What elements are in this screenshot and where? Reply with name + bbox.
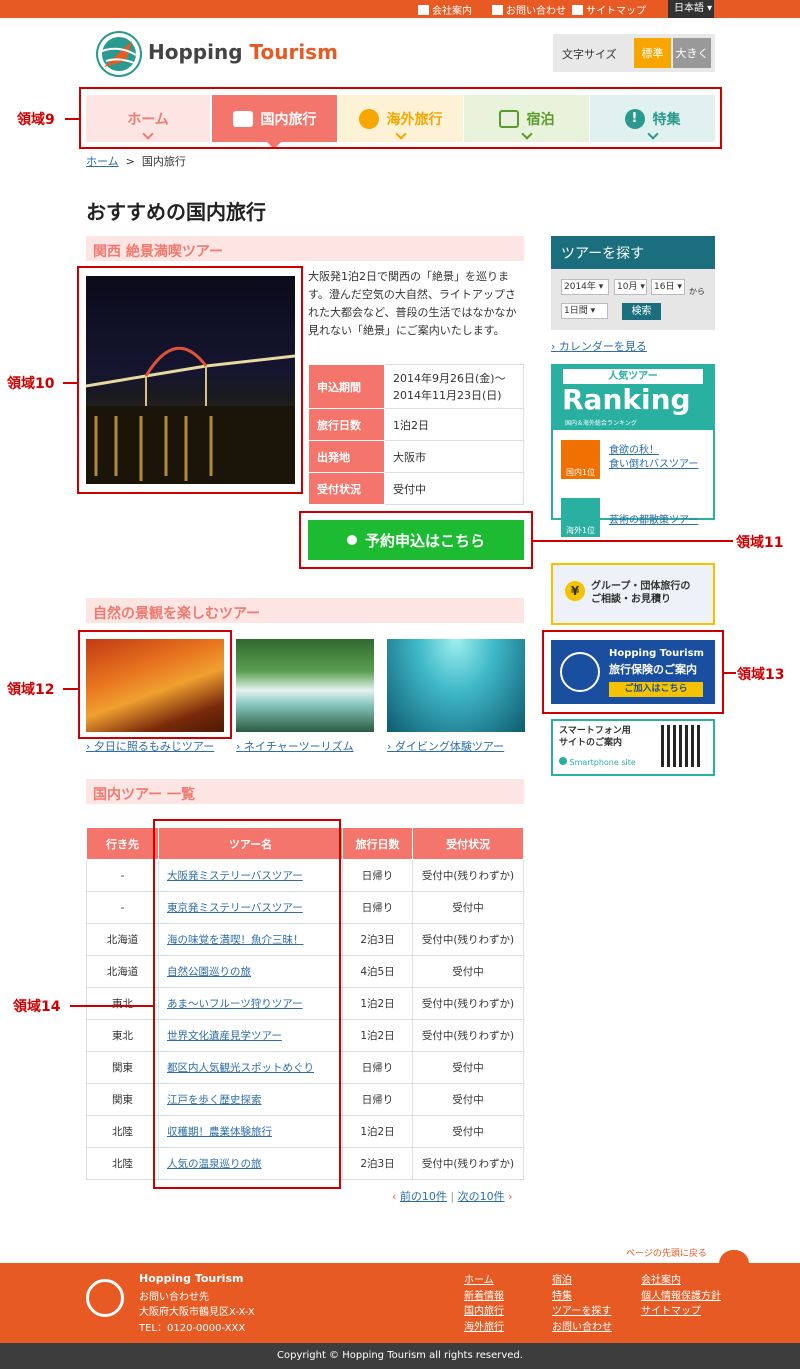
annotation-line-12 — [63, 688, 78, 690]
annotation-label-11: 領域11 — [736, 535, 784, 551]
logo-icon[interactable] — [96, 31, 142, 77]
company-link[interactable]: 会社案内 — [418, 2, 472, 17]
footer-address: 大阪府大阪市鶴見区X-X-X — [139, 1307, 255, 1318]
language-select[interactable]: 日本語 ▾ — [668, 0, 714, 18]
footer-link[interactable]: 国内旅行 — [464, 1302, 504, 1317]
rank1-badge: 国内1位 — [561, 440, 600, 479]
rank2-badge: 海外1位 — [561, 498, 600, 537]
nature-link-2[interactable]: › ネイチャーツーリズム — [236, 738, 354, 754]
annotation-box-12 — [78, 630, 232, 739]
annotation-label-14: 領域14 — [13, 999, 61, 1015]
breadcrumb: ホーム > 国内旅行 — [86, 155, 186, 168]
nature-heading: 自然の景観を楽しむツアー — [86, 598, 524, 623]
qr-code-icon — [661, 725, 703, 767]
year-select[interactable]: 2014年 ▾ — [561, 279, 609, 295]
info-value: 2014年9月26日(金)〜 2014年11月23日(日) — [384, 364, 524, 409]
waterfall-image[interactable] — [236, 639, 374, 732]
annotation-label-12: 領域12 — [7, 682, 55, 698]
annotation-box-10 — [77, 266, 303, 494]
font-size-label: 文字サイズ — [562, 48, 617, 61]
copyright: Copyright © Hopping Tourism all rights r… — [0, 1343, 800, 1369]
footer-tel: TEL：0120-0000-XXX — [139, 1323, 246, 1334]
footer-contact-label: お問い合わせ先 — [139, 1292, 209, 1303]
yen-icon: ¥ — [565, 581, 585, 601]
annotation-box-13 — [542, 630, 724, 714]
page-title: おすすめの国内旅行 — [86, 200, 266, 224]
footer-logo-icon — [86, 1279, 124, 1317]
logo-text[interactable]: Hopping Tourism — [148, 40, 338, 64]
ranking-subtitle: 国内＆海外総合ランキング — [565, 420, 637, 427]
ranking-title: Ranking — [562, 383, 691, 416]
footer-link[interactable]: 特集 — [552, 1287, 572, 1302]
sitemap-icon — [572, 4, 583, 15]
col-header: 受付状況 — [412, 827, 524, 860]
feature-description: 大阪発1泊2日で関西の「絶景」を巡ります。澄んだ空気の大自然、ライトアップされた… — [308, 270, 517, 337]
footer-link[interactable]: 会社案内 — [641, 1271, 681, 1286]
annotation-label-13: 領域13 — [737, 667, 785, 683]
back-to-top-link[interactable]: ページの先頭に戻る — [626, 1246, 707, 1259]
font-size-standard-button[interactable]: 標準 — [634, 38, 671, 68]
annotation-line-10 — [63, 382, 77, 384]
info-label: 旅行日数 — [308, 408, 385, 441]
building-icon — [418, 4, 429, 15]
footer-link[interactable]: 個人情報保護方針 — [641, 1287, 721, 1302]
info-value: 受付中 — [384, 472, 524, 505]
info-value: 1泊2日 — [384, 408, 524, 441]
feature-info-table: 申込期間 2014年9月26日(金)〜 2014年11月23日(日) 旅行日数 1泊… — [308, 364, 524, 505]
rank1-link[interactable]: 食欲の秋！ 食い倒れバスツアー — [609, 444, 698, 472]
mail-icon — [492, 4, 503, 15]
footer-link[interactable]: ツアーを探す — [552, 1302, 611, 1317]
annotation-line-11 — [533, 540, 733, 542]
nature-link-3[interactable]: › ダイビング体験ツアー — [387, 738, 504, 754]
annotation-line-9 — [65, 118, 79, 120]
prev-page-link[interactable]: 前の10件 — [400, 1190, 447, 1203]
annotation-label-10: 領域10 — [7, 376, 55, 392]
footer-link[interactable]: 海外旅行 — [464, 1318, 504, 1333]
month-select[interactable]: 10月 ▾ — [614, 279, 647, 295]
back-to-top-tab[interactable] — [719, 1250, 749, 1264]
footer-link[interactable]: お問い合わせ — [552, 1318, 612, 1333]
feature-heading: 関西 絶景満喫ツアー — [86, 236, 524, 261]
info-label: 申込期間 — [308, 364, 385, 409]
footer-link[interactable]: 宿泊 — [552, 1271, 572, 1286]
from-label: から — [689, 287, 705, 296]
day-select[interactable]: 16日 ▾ — [651, 279, 685, 295]
footer-link[interactable]: ホーム — [464, 1271, 494, 1286]
top-utility-bar: 会社案内 お問い合わせ サイトマップ 日本語 ▾ — [0, 0, 800, 18]
ranking-label: 人気ツアー — [563, 369, 703, 384]
list-heading: 国内ツアー 一覧 — [86, 779, 524, 804]
footer-company-name: Hopping Tourism — [139, 1272, 244, 1285]
annotation-line-14 — [70, 1005, 153, 1007]
smartphone-title: スマートフォン用 サイトのご案内 — [559, 726, 631, 748]
tour-search-title: ツアーを探す — [551, 236, 715, 269]
info-label: 受付状況 — [308, 472, 385, 505]
annotation-box-14 — [153, 819, 341, 1189]
duration-select[interactable]: 1日間 ▾ — [561, 303, 608, 319]
annotation-box-11 — [299, 511, 533, 569]
breadcrumb-home-link[interactable]: ホーム — [86, 155, 119, 168]
nature-link-1[interactable]: › 夕日に照るもみじツアー — [86, 738, 214, 754]
info-value: 大阪市 — [384, 440, 524, 473]
phone-icon — [559, 757, 567, 765]
info-label: 出発地 — [308, 440, 385, 473]
group-travel-text: グループ・団体旅行の ご相談・お見積り — [591, 581, 691, 605]
font-size-large-button[interactable]: 大きく — [673, 38, 711, 68]
col-header: 行き先 — [86, 827, 159, 860]
footer-link[interactable]: サイトマップ — [641, 1302, 701, 1317]
search-button[interactable]: 検索 — [622, 303, 661, 320]
annotation-label-9: 領域9 — [17, 112, 55, 128]
underwater-image[interactable] — [387, 639, 525, 732]
sitemap-link[interactable]: サイトマップ — [572, 2, 646, 17]
col-header: 旅行日数 — [342, 827, 413, 860]
rank2-link[interactable]: 芸術の都散策ツアー — [609, 511, 698, 526]
next-page-link[interactable]: 次の10件 — [458, 1190, 505, 1203]
annotation-line-13 — [724, 672, 736, 674]
smartphone-subtitle: Smartphone site — [559, 757, 636, 767]
contact-link[interactable]: お問い合わせ — [492, 2, 566, 17]
pagination: ‹ 前の10件 | 次の10件 › — [392, 1190, 513, 1203]
annotation-box-9 — [79, 87, 722, 149]
calendar-link[interactable]: › カレンダーを見る — [551, 338, 647, 354]
footer-link[interactable]: 新着情報 — [464, 1287, 504, 1302]
